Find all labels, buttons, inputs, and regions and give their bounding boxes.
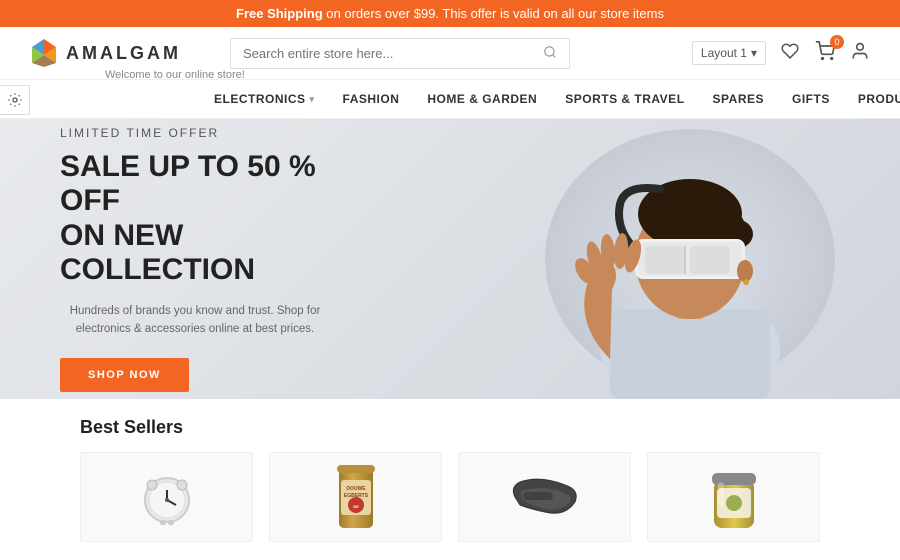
account-icon[interactable]	[850, 41, 870, 66]
product-image-4	[694, 462, 774, 532]
hero-banner: LIMITED TIME OFFER SALE UP TO 50 % OFFON…	[0, 119, 900, 399]
nav-item-spares[interactable]: SPARES	[699, 80, 778, 118]
product-card-2[interactable]: DOUWE EGBERTS DE	[269, 452, 442, 542]
welcome-text: Welcome to our online store!	[105, 69, 245, 81]
nav-item-electronics[interactable]: ELECTRONICS ▾	[200, 80, 329, 118]
hero-content: LIMITED TIME OFFER SALE UP TO 50 % OFFON…	[0, 119, 420, 399]
nav-item-sports-travel[interactable]: SPORTS & TRAVEL	[551, 80, 698, 118]
nav-item-fashion[interactable]: FASHION	[329, 80, 414, 118]
hero-subtitle: LIMITED TIME OFFER	[60, 126, 360, 140]
hero-title: SALE UP TO 50 % OFFON NEW COLLECTION	[60, 150, 360, 288]
navigation: ELECTRONICS ▾ FASHION HOME & GARDEN SPOR…	[0, 80, 900, 119]
nav-label-product-types: PRODUCT TYPES	[858, 92, 900, 106]
product-card-3[interactable]	[458, 452, 631, 542]
nav-item-product-types[interactable]: PRODUCT TYPES ▾	[844, 80, 900, 118]
layout-label: Layout 1	[701, 46, 747, 60]
svg-text:DOUWE: DOUWE	[346, 486, 366, 492]
logo-icon	[30, 37, 58, 69]
logo[interactable]: AMALGAM	[30, 37, 190, 69]
product-image-1	[127, 462, 207, 532]
svg-text:DE: DE	[353, 504, 359, 509]
search-icon[interactable]	[543, 45, 557, 62]
logo-text: AMALGAM	[66, 43, 181, 64]
electronics-caret-icon: ▾	[310, 94, 315, 105]
hero-image	[530, 119, 850, 399]
best-sellers-title: Best Sellers	[80, 417, 820, 438]
layout-button[interactable]: Layout 1 ▾	[692, 41, 766, 65]
best-sellers-section: Best Sellers	[0, 399, 900, 552]
wishlist-icon[interactable]	[780, 42, 800, 65]
hero-illustration	[530, 119, 850, 399]
nav-label-spares: SPARES	[713, 92, 764, 106]
hero-description: Hundreds of brands you know and trust. S…	[60, 302, 330, 339]
nav-label-sports-travel: SPORTS & TRAVEL	[565, 92, 684, 106]
cart-count: 0	[830, 35, 844, 49]
banner-bold: Free Shipping	[236, 6, 323, 21]
product-card-1[interactable]	[80, 452, 253, 542]
promo-banner: Free Shipping on orders over $99. This o…	[0, 0, 900, 27]
search-input[interactable]	[243, 46, 543, 61]
nav-label-fashion: FASHION	[343, 92, 400, 106]
nav-label-electronics: ELECTRONICS	[214, 92, 306, 106]
banner-text: on orders over $99. This offer is valid …	[326, 6, 664, 21]
header-actions: Layout 1 ▾ 0	[692, 41, 870, 66]
nav-label-home-garden: HOME & GARDEN	[427, 92, 537, 106]
nav-item-gifts[interactable]: GIFTS	[778, 80, 844, 118]
settings-side-button[interactable]	[0, 85, 30, 115]
layout-caret-icon: ▾	[751, 46, 757, 60]
products-row: DOUWE EGBERTS DE	[80, 452, 820, 542]
product-image-2: DOUWE EGBERTS DE	[316, 462, 396, 532]
nav-label-gifts: GIFTS	[792, 92, 830, 106]
cart-button[interactable]: 0	[814, 41, 836, 66]
search-bar	[230, 38, 570, 69]
shop-now-button[interactable]: SHOP NOW	[60, 358, 189, 392]
nav-item-home-garden[interactable]: HOME & GARDEN	[413, 80, 551, 118]
product-card-4[interactable]	[647, 452, 820, 542]
product-image-3	[505, 462, 585, 532]
